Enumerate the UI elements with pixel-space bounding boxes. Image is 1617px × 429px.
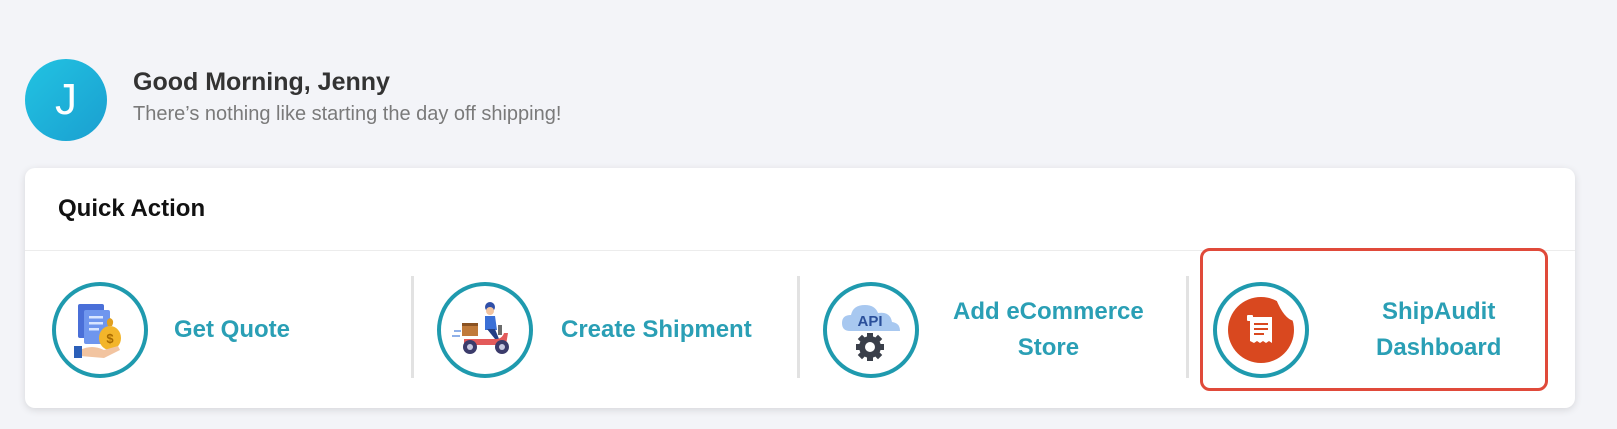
svg-text:$: $ xyxy=(106,331,114,346)
api-cloud-gear-icon: API xyxy=(823,281,919,378)
greeting-text: Good Morning, Jenny There’s nothing like… xyxy=(133,68,561,126)
divider xyxy=(411,276,414,378)
greeting-title: Good Morning, Jenny xyxy=(133,68,390,96)
add-ecommerce-label-line2: Store xyxy=(1017,333,1080,361)
get-quote-label: Get Quote xyxy=(174,315,291,343)
delivery-scooter-icon xyxy=(437,281,533,378)
create-shipment-action[interactable]: Create Shipment xyxy=(437,251,752,408)
avatar[interactable]: J xyxy=(25,59,107,141)
quick-action-title: Quick Action xyxy=(25,168,1575,251)
create-shipment-label: Create Shipment xyxy=(561,315,752,343)
avatar-initial: J xyxy=(55,75,77,124)
divider xyxy=(797,276,800,378)
greeting-subtitle: There’s nothing like starting the day of… xyxy=(133,103,562,125)
add-ecommerce-store-action[interactable]: API Add eCommerce Store xyxy=(823,251,1144,408)
divider xyxy=(1186,276,1189,378)
greeting-header: J Good Morning, Jenny There’s nothing li… xyxy=(25,59,561,141)
svg-text:API: API xyxy=(857,313,882,330)
get-quote-action[interactable]: $ Get Quote xyxy=(52,251,290,408)
quote-money-icon: $ xyxy=(52,281,148,378)
shipaudit-highlight-frame xyxy=(1200,248,1548,391)
add-ecommerce-store-label: Add eCommerce Store xyxy=(953,294,1144,366)
add-ecommerce-label-line1: Add eCommerce xyxy=(953,297,1144,325)
